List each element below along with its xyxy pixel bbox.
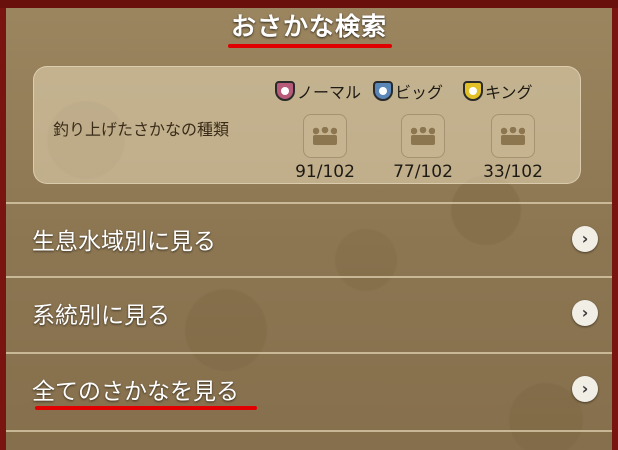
category-count: 33/102 bbox=[483, 162, 543, 182]
category-name: キング bbox=[485, 83, 533, 102]
crown-icon bbox=[411, 127, 435, 145]
top-bar bbox=[0, 0, 618, 8]
category-big: ビッグ 77/102 bbox=[373, 74, 465, 184]
chevron-right-icon: › bbox=[572, 300, 598, 326]
crown-icon bbox=[501, 127, 525, 145]
menu-item-highlight-underline bbox=[35, 406, 257, 410]
menu-item-by-lineage[interactable]: 系統別に見る › bbox=[6, 278, 612, 352]
category-name: ビッグ bbox=[395, 83, 444, 102]
fish-slot bbox=[491, 114, 535, 158]
category-count: 77/102 bbox=[393, 162, 453, 182]
category-normal: ノーマル 91/102 bbox=[275, 74, 367, 184]
summary-label: 釣り上げたさかなの種類 bbox=[53, 120, 230, 139]
menu-item-all-fish[interactable]: 全てのさかなを見る › bbox=[6, 354, 612, 428]
normal-shield-icon bbox=[275, 81, 295, 101]
chevron-right-icon: › bbox=[572, 226, 598, 252]
chevron-right-icon: › bbox=[572, 376, 598, 402]
divider bbox=[6, 430, 612, 432]
crown-icon bbox=[313, 127, 337, 145]
fish-slot bbox=[303, 114, 347, 158]
big-shield-icon bbox=[373, 81, 393, 101]
king-crown-icon bbox=[463, 81, 483, 101]
category-name: ノーマル bbox=[297, 83, 362, 102]
menu-item-label: 全てのさかなを見る bbox=[32, 379, 239, 405]
menu-item-label: 系統別に見る bbox=[32, 303, 170, 329]
menu-item-by-habitat[interactable]: 生息水域別に見る › bbox=[6, 204, 612, 278]
category-count: 91/102 bbox=[295, 162, 355, 182]
page-title: おさかな検索 bbox=[230, 12, 387, 41]
title-highlight-underline bbox=[228, 44, 392, 48]
caught-fish-summary-panel: 釣り上げたさかなの種類 ノーマル 91/102 ビッグ 77/102 キング 3… bbox=[33, 66, 581, 184]
fish-slot bbox=[401, 114, 445, 158]
category-king: キング 33/102 bbox=[463, 74, 555, 184]
menu-item-label: 生息水域別に見る bbox=[32, 229, 216, 255]
